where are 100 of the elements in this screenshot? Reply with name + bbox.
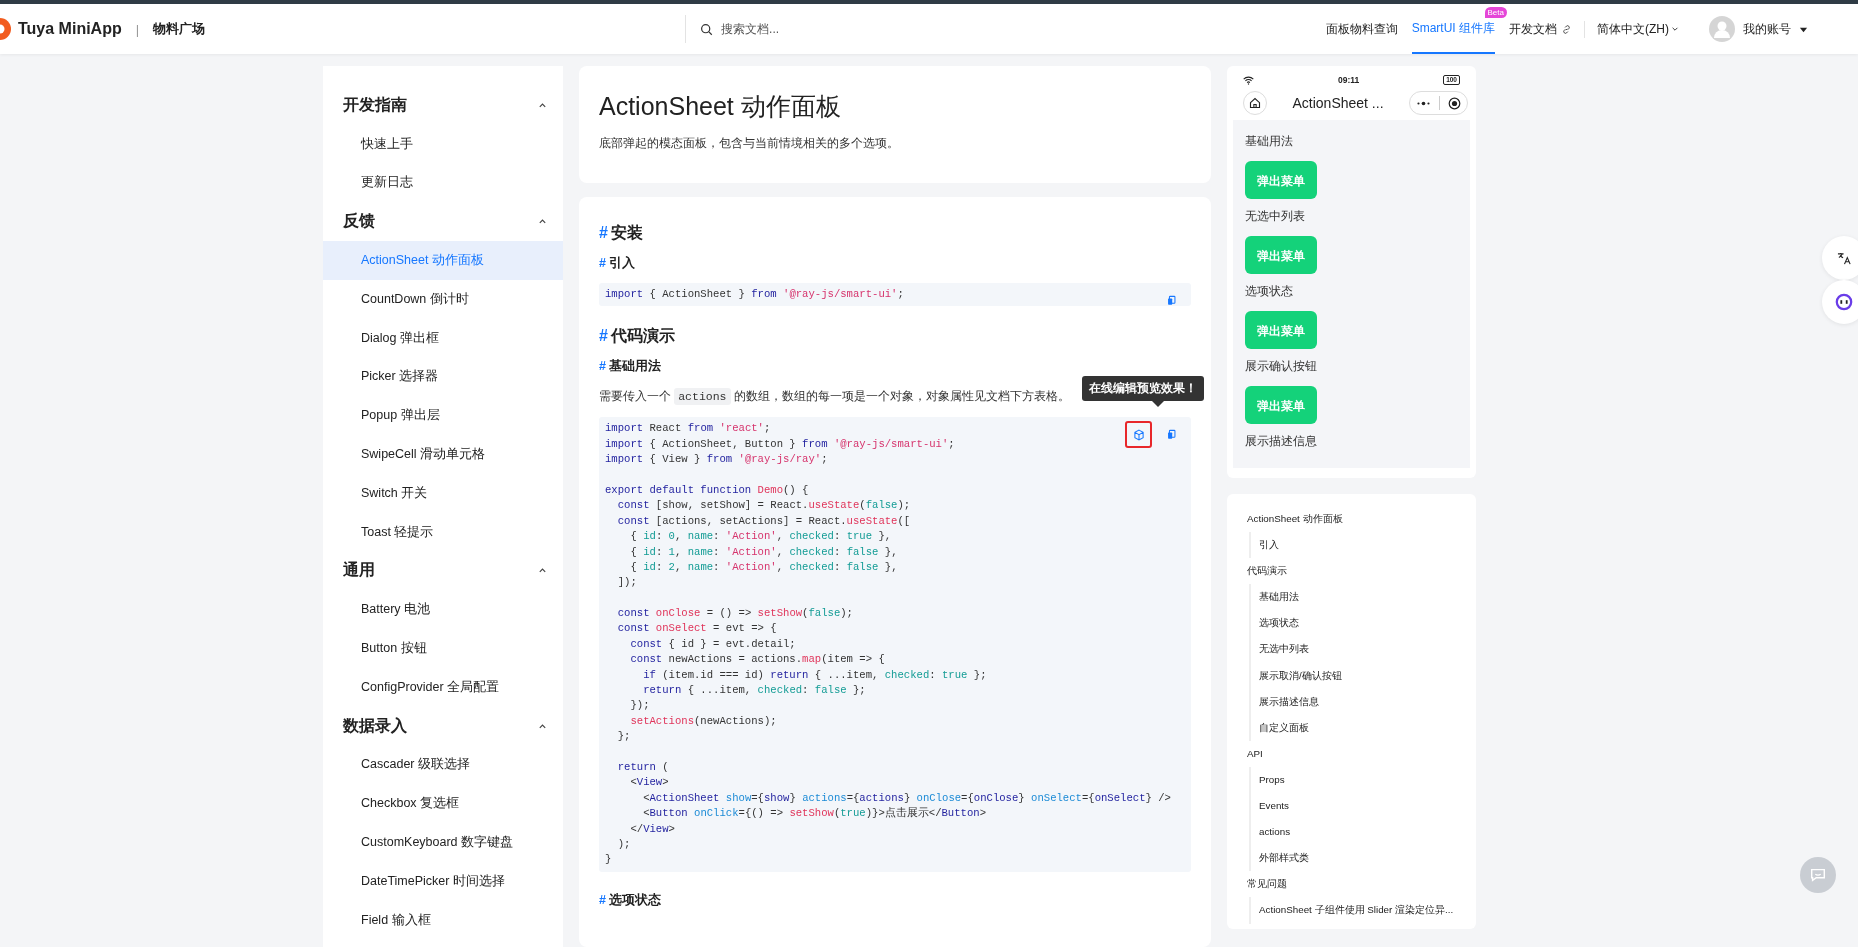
group-title: 开发指南 bbox=[343, 94, 407, 115]
status-time: 09:11 bbox=[1337, 75, 1360, 85]
sidebar-item[interactable]: Field 输入框 bbox=[323, 900, 563, 940]
toc-link[interactable]: ActionSheet 子组件使用 Slider 渲染定位异... bbox=[1259, 897, 1464, 924]
sidebar-item[interactable]: Toast 轻提示 bbox=[323, 512, 563, 552]
page-description: 底部弹起的模态面板，包含与当前情境相关的多个选项。 bbox=[599, 135, 900, 152]
beta-badge: Beta bbox=[1484, 7, 1507, 18]
sidebar-item[interactable]: 快速上手 bbox=[323, 124, 563, 164]
toc-link[interactable]: 代码演示 bbox=[1247, 558, 1464, 585]
sidebar-item[interactable]: Button 按钮 bbox=[323, 629, 563, 668]
sidebar-item[interactable]: ConfigProvider 全局配置 bbox=[323, 667, 563, 707]
subsection-heading: # 引入 bbox=[599, 255, 636, 271]
code-line: { id: 1, name: 'Action', checked: false }, bbox=[629, 544, 898, 560]
sidebar-item[interactable]: CountDown 倒计时 bbox=[323, 280, 563, 319]
sidebar-item[interactable]: Battery 电池 bbox=[323, 590, 563, 630]
code-line: <ActionSheet show={show} actions={actions} onClose={onClose} onSelect={onSelect} /> bbox=[642, 790, 1171, 806]
code-line: }); bbox=[629, 698, 650, 714]
toc-link[interactable]: 基础用法 bbox=[1259, 584, 1464, 611]
code-line: import { View } from '@ray-js/ray'; bbox=[605, 452, 828, 468]
sidebar-group-header[interactable]: 通用 bbox=[323, 551, 563, 591]
code-line: { id: 2, name: 'Action', checked: false }, bbox=[629, 559, 898, 575]
code-line: import React from 'react'; bbox=[605, 421, 771, 437]
nav-link[interactable]: 开发文档 bbox=[1509, 4, 1572, 54]
wifi-icon bbox=[1243, 75, 1254, 85]
sidebar-item[interactable]: Switch 开关 bbox=[323, 473, 563, 513]
home-icon bbox=[1249, 97, 1261, 109]
sidebar-item[interactable]: Popup 弹出层 bbox=[323, 396, 563, 436]
toc-link[interactable]: 引入 bbox=[1259, 532, 1464, 559]
code-line: const [show, setShow] = React.useState(false); bbox=[616, 498, 911, 514]
link-icon bbox=[1561, 23, 1572, 35]
code-line: const onClose = () => setShow(false); bbox=[616, 606, 853, 622]
tooltip: 在线编辑预览效果！ bbox=[1082, 376, 1204, 408]
code-line: if (item.id === id) return { ...item, checked: true }; bbox=[642, 667, 987, 683]
account-menu[interactable]: 我的账号 bbox=[1743, 20, 1808, 38]
code-line: } bbox=[605, 852, 612, 868]
sidebar-item[interactable]: ActionSheet 动作面板 bbox=[323, 241, 563, 280]
toc-link[interactable]: 选项状态 bbox=[1259, 610, 1464, 637]
code-line: import { ActionSheet } from '@ray-js/smart-ui'; bbox=[605, 287, 904, 302]
subsection-heading: # 选项状态 bbox=[599, 891, 662, 908]
section-title[interactable]: 物料广场 bbox=[153, 20, 206, 38]
toc-link[interactable]: 展示描述信息 bbox=[1259, 688, 1464, 715]
toc-link[interactable]: actions bbox=[1259, 819, 1464, 846]
sidebar-group-header[interactable]: 数据录入 bbox=[323, 706, 563, 746]
mini-app-title: ActionSheet ... bbox=[1291, 95, 1385, 111]
code-line: const { id } = evt.detail; bbox=[629, 636, 796, 652]
toc-link[interactable]: 外部样式类 bbox=[1259, 845, 1464, 872]
toc-link[interactable]: 展示取消/确认按钮 bbox=[1259, 662, 1464, 689]
demo-label: 展示确认按钮 bbox=[1245, 359, 1318, 374]
nav-link[interactable]: 面板物料查询 bbox=[1325, 4, 1398, 54]
toc-link[interactable]: Props bbox=[1259, 766, 1464, 794]
cube-icon bbox=[1132, 428, 1145, 441]
subsection-heading: # 基础用法 bbox=[599, 358, 662, 375]
edit-preview-button[interactable] bbox=[1125, 421, 1152, 449]
section-heading: # 代码演示 bbox=[599, 326, 676, 347]
demo-label: 无选中列表 bbox=[1245, 209, 1306, 224]
code-line: }; bbox=[616, 729, 631, 745]
language-selector[interactable]: 简体中文(ZH) bbox=[1584, 20, 1679, 38]
group-title: 反馈 bbox=[343, 211, 375, 232]
record-icon bbox=[1448, 96, 1461, 110]
sidebar-group-header[interactable]: 开发指南 bbox=[323, 86, 563, 125]
search-icon bbox=[700, 22, 714, 36]
code-line: ); bbox=[616, 836, 631, 852]
toc-link[interactable]: API bbox=[1247, 740, 1464, 767]
sidebar-item[interactable]: CustomKeyboard 数字键盘 bbox=[323, 823, 563, 862]
code-line: const [actions, setActions] = React.useState([ bbox=[616, 513, 911, 529]
separator: | bbox=[135, 21, 140, 37]
translate-icon bbox=[1836, 250, 1852, 266]
toc-link[interactable]: Events bbox=[1259, 793, 1464, 820]
toc-link[interactable]: ActionSheet 动作面板 bbox=[1247, 506, 1464, 533]
code-line: import { ActionSheet, Button } from '@ray-js/smart-ui'; bbox=[605, 436, 955, 452]
brand-name[interactable]: Tuya MiniApp bbox=[18, 20, 122, 38]
chat-bubble-icon bbox=[1809, 866, 1827, 884]
code-line: { id: 0, name: 'Action', checked: true }, bbox=[629, 529, 892, 545]
toc-link[interactable]: 自定义面板 bbox=[1259, 714, 1464, 741]
sidebar-item[interactable]: Checkbox 复选框 bbox=[323, 784, 563, 824]
toc-link[interactable]: 无选中列表 bbox=[1259, 636, 1464, 663]
section-heading: # 安装 bbox=[599, 223, 644, 243]
sidebar-item[interactable]: SwipeCell 滑动单元格 bbox=[323, 435, 563, 474]
code-line: const onSelect = evt => { bbox=[616, 621, 777, 637]
sidebar-item[interactable]: DateTimePicker 时间选择 bbox=[323, 861, 563, 901]
toc-link[interactable]: 常见问题 bbox=[1247, 871, 1464, 898]
chevron-up-icon bbox=[538, 721, 547, 731]
code-line: </View> bbox=[629, 821, 675, 837]
search-field[interactable]: 搜索文档... bbox=[721, 22, 812, 36]
more-dots-icon bbox=[1416, 100, 1431, 106]
sidebar-item[interactable]: Dialog 弹出框 bbox=[323, 318, 563, 358]
sidebar-item[interactable]: 更新日志 bbox=[323, 163, 563, 203]
sidebar-item[interactable]: Cascader 级联选择 bbox=[323, 745, 563, 785]
code-line: setActions(newActions); bbox=[629, 713, 777, 729]
translate-button[interactable] bbox=[1822, 236, 1858, 280]
chevron-up-icon bbox=[538, 100, 547, 110]
group-title: 数据录入 bbox=[343, 715, 407, 736]
code-line: ]); bbox=[616, 575, 637, 591]
code-line: <Button onClick={() => setShow(true)}>点击展示</Button> bbox=[642, 806, 986, 822]
copy-icon bbox=[1166, 429, 1177, 441]
sidebar-item[interactable]: Picker 选择器 bbox=[323, 357, 563, 397]
code-line: export default function Demo() { bbox=[605, 482, 809, 498]
sidebar-group-header[interactable]: 反馈 bbox=[323, 202, 563, 242]
demo-label: 展示描述信息 bbox=[1245, 434, 1318, 449]
assistant-button[interactable] bbox=[1822, 280, 1858, 324]
